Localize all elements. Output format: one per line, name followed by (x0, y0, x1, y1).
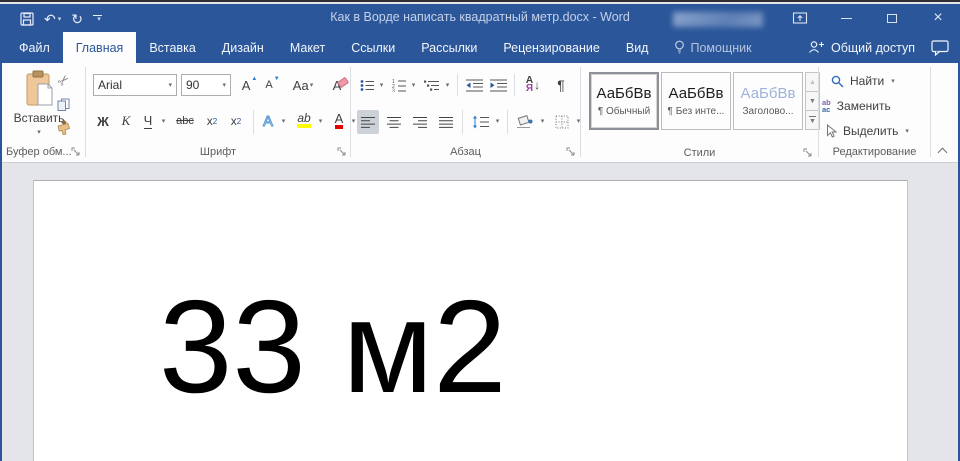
decrease-indent-button[interactable] (463, 74, 485, 96)
clear-formatting-button[interactable]: А (326, 74, 348, 96)
select-caret-icon: ▾ (905, 127, 909, 135)
multilevel-caret[interactable]: ▾ (442, 74, 452, 96)
tab-file[interactable]: Файл (6, 32, 63, 63)
clipboard-group-label: Буфер обм... (6, 146, 72, 158)
borders-button[interactable] (551, 110, 573, 134)
style-normal[interactable]: АаБбВв ¶ Обычный (589, 72, 659, 130)
line-spacing-caret[interactable]: ▾ (492, 110, 502, 132)
text-effects-button[interactable]: А (258, 110, 278, 132)
text-highlight-caret[interactable]: ▾ (315, 110, 325, 132)
redacted-account-name (673, 12, 763, 27)
shading-button[interactable] (513, 110, 537, 134)
align-left-button[interactable] (357, 110, 379, 134)
window-left-edge (0, 63, 2, 461)
collapse-ribbon-icon[interactable] (938, 148, 948, 154)
paragraph-group-label: Абзац (351, 146, 580, 158)
align-right-button[interactable] (409, 110, 431, 134)
font-color-button[interactable]: А (330, 109, 348, 131)
document-area[interactable]: 33 м2 (0, 164, 960, 461)
clipboard-dialog-launcher-icon[interactable] (71, 147, 81, 157)
lightbulb-icon (674, 40, 685, 55)
multilevel-list-button[interactable] (422, 74, 442, 96)
numbering-button[interactable]: 123 (390, 74, 408, 96)
shading-caret[interactable]: ▾ (537, 110, 547, 132)
comments-icon[interactable] (931, 40, 950, 56)
superscript-button[interactable]: x2 (226, 110, 246, 132)
font-group-label: Шрифт (86, 146, 350, 158)
search-icon (831, 75, 844, 88)
group-styles: АаБбВв ¶ Обычный АаБбВв ¶ Без инте... Аа… (581, 63, 818, 163)
tab-home[interactable]: Главная (63, 32, 137, 63)
show-paragraph-marks-button[interactable]: ¶ (550, 72, 572, 98)
tab-insert[interactable]: Вставка (136, 32, 208, 63)
replace-icon: abac (822, 99, 831, 113)
font-family-combobox[interactable]: Arial▾ (93, 74, 177, 96)
justify-button[interactable] (435, 110, 457, 134)
tab-assistant[interactable]: Помощник (661, 32, 764, 63)
font-size-combobox[interactable]: 90▾ (181, 74, 231, 96)
find-button[interactable]: Найти ▾ (831, 74, 895, 88)
cut-icon[interactable]: ✂ (53, 70, 73, 90)
font-dialog-launcher-icon[interactable] (337, 147, 347, 157)
titlebar: ↶▾ ↻ ▾ Как в Ворде написать квадратный м… (0, 4, 960, 32)
styles-dialog-launcher-icon[interactable] (803, 148, 813, 158)
format-painter-icon[interactable] (56, 120, 71, 135)
sort-button[interactable]: АЯ ↓ (520, 72, 546, 98)
chevron-down-icon: ▾ (222, 81, 226, 89)
underline-caret[interactable]: ▾ (157, 110, 169, 132)
close-button[interactable]: × (924, 7, 952, 29)
styles-group-label: Стили (581, 147, 818, 159)
minimize-button[interactable] (832, 7, 860, 29)
bold-button[interactable]: Ж (94, 110, 112, 132)
replace-button[interactable]: abac Заменить (822, 99, 891, 113)
shrink-font-button[interactable]: А▼ (261, 74, 283, 96)
svg-text:3: 3 (392, 89, 395, 93)
tab-mailings[interactable]: Рассылки (408, 32, 490, 63)
text-effects-caret[interactable]: ▾ (278, 110, 288, 132)
bullets-caret[interactable]: ▾ (376, 74, 386, 96)
word-window: ↶▾ ↻ ▾ Как в Ворде написать квадратный м… (0, 0, 960, 461)
align-center-button[interactable] (383, 110, 405, 134)
style-no-spacing[interactable]: АаБбВв ¶ Без инте... (661, 72, 731, 130)
tab-view[interactable]: Вид (613, 32, 662, 63)
subscript-button[interactable]: x2 (202, 110, 222, 132)
ribbon-tab-row: Файл Главная Вставка Дизайн Макет Ссылки… (0, 32, 960, 63)
maximize-button[interactable] (878, 7, 906, 29)
tab-design[interactable]: Дизайн (209, 32, 277, 63)
cursor-arrow-icon (826, 124, 837, 138)
italic-button[interactable]: К (118, 110, 134, 132)
editing-group-label: Редактирование (819, 146, 930, 158)
chevron-down-icon: ▾ (168, 81, 172, 89)
strikethrough-button[interactable]: abc (172, 110, 198, 132)
tab-layout[interactable]: Макет (277, 32, 338, 63)
document-page[interactable]: 33 м2 (33, 180, 908, 461)
share-button[interactable]: Общий доступ (808, 40, 915, 55)
ribbon: Вставить ▾ ✂ Буфер обм... (0, 63, 960, 163)
ribbon-display-options-button[interactable] (786, 7, 814, 29)
window-controls: × (786, 6, 952, 30)
style-heading1[interactable]: АаБбВв Заголово... (733, 72, 803, 130)
grow-font-button[interactable]: А▲ (238, 74, 260, 96)
person-plus-icon (808, 40, 825, 55)
bullets-button[interactable] (358, 74, 376, 96)
increase-indent-button[interactable] (487, 74, 509, 96)
underline-button[interactable]: Ч (140, 110, 156, 132)
tab-references[interactable]: Ссылки (338, 32, 408, 63)
find-caret-icon: ▾ (891, 77, 895, 85)
text-highlight-button[interactable]: ab (293, 109, 315, 131)
line-spacing-button[interactable] (468, 110, 492, 134)
select-button[interactable]: Выделить ▾ (826, 124, 909, 138)
numbering-caret[interactable]: ▾ (408, 74, 418, 96)
document-text[interactable]: 33 м2 (159, 281, 507, 413)
tab-review[interactable]: Рецензирование (490, 32, 613, 63)
change-case-button[interactable]: Aa▾ (288, 74, 318, 96)
paste-caret-icon: ▾ (37, 128, 41, 136)
copy-icon[interactable] (57, 98, 70, 111)
clipboard-paste-icon (24, 70, 54, 108)
paragraph-dialog-launcher-icon[interactable] (566, 147, 576, 157)
